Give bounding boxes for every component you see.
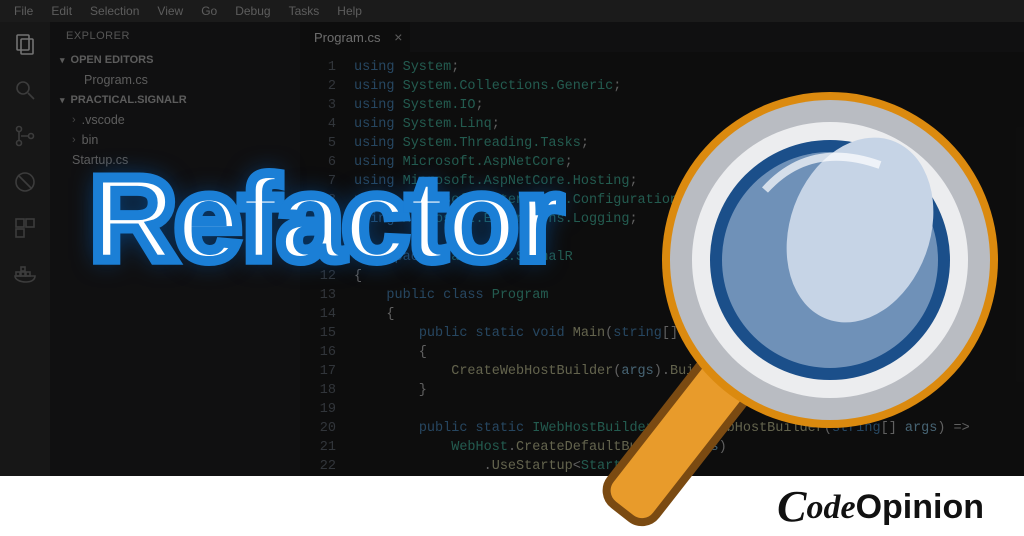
menu-edit[interactable]: Edit: [43, 2, 80, 20]
extensions-icon[interactable]: [11, 214, 39, 242]
open-editor-item[interactable]: Program.cs: [50, 70, 300, 90]
menu-view[interactable]: View: [149, 2, 191, 20]
menubar[interactable]: FileEditSelectionViewGoDebugTasksHelp: [0, 0, 1024, 22]
sidebar-title: EXPLORER: [50, 22, 300, 50]
menu-debug[interactable]: Debug: [227, 2, 278, 20]
docker-icon[interactable]: [11, 260, 39, 288]
menu-file[interactable]: File: [6, 2, 41, 20]
tab-program-cs[interactable]: Program.cs ×: [300, 22, 410, 52]
source-control-icon[interactable]: [11, 122, 39, 150]
magnifier-icon: [560, 70, 1000, 530]
menu-help[interactable]: Help: [329, 2, 370, 20]
project-header[interactable]: PRACTICAL.SIGNALR: [50, 90, 300, 110]
open-editors-header[interactable]: OPEN EDITORS: [50, 50, 300, 70]
menu-go[interactable]: Go: [193, 2, 225, 20]
tab-label: Program.cs: [314, 30, 380, 45]
close-icon[interactable]: ×: [394, 29, 402, 45]
activity-bar: [0, 22, 50, 476]
debug-icon[interactable]: [11, 168, 39, 196]
folder-item[interactable]: bin: [50, 130, 300, 150]
folder-item[interactable]: .vscode: [50, 110, 300, 130]
refactor-headline: Refactor: [90, 150, 561, 288]
explorer-icon[interactable]: [11, 30, 39, 58]
menu-selection[interactable]: Selection: [82, 2, 147, 20]
tab-bar: Program.cs ×: [300, 22, 1024, 52]
search-icon[interactable]: [11, 76, 39, 104]
menu-tasks[interactable]: Tasks: [281, 2, 328, 20]
